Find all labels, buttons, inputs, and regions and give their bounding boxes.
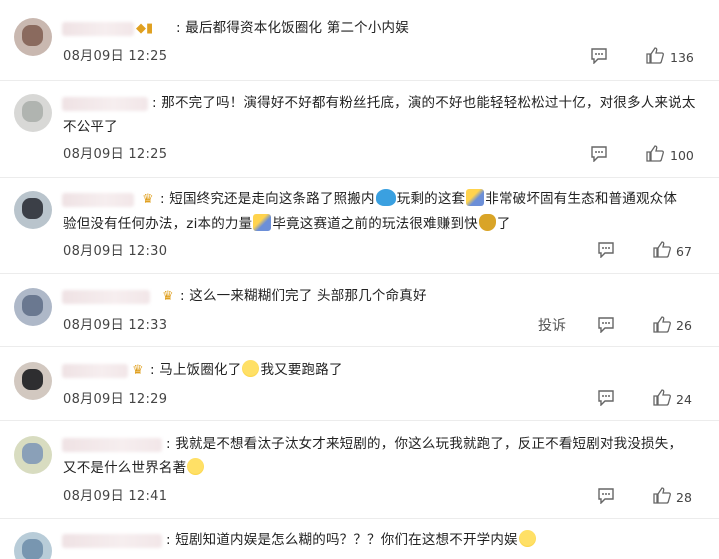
comment-text: : 最后都得资本化饭圈化 第二个小内娱 (176, 20, 409, 36)
comment-timestamp: 08月09日 12:33 (63, 318, 168, 333)
comment-icon[interactable] (597, 390, 615, 410)
comment-timestamp: 08月09日 12:30 (63, 244, 168, 259)
like-count: 24 (676, 392, 692, 407)
comment-text: : 短国终究还是走向这条路了照搬内 玩剩的这套 非常破坏固有生态和普通观众体 (160, 189, 678, 207)
comment-text: : 那不完了吗！演得好不好都有粉丝托底，演的不好也能轻轻松松过十亿，对很多人来说… (152, 95, 696, 111)
username-blurred[interactable] (62, 97, 148, 111)
comment-text-line2: 验但没有任何办法，zi本的力量 毕竟这赛道之前的玩法很难赚到快了 (63, 214, 511, 232)
comment-icon[interactable] (590, 146, 608, 166)
comment-text-line2: 不公平了 (63, 119, 118, 135)
like-count: 28 (676, 490, 692, 505)
magic-wand-emoji-icon (466, 189, 485, 206)
avatar[interactable] (14, 18, 52, 56)
avatar[interactable] (14, 288, 52, 326)
smirk-emoji-icon (242, 360, 260, 377)
username-blurred[interactable] (62, 290, 150, 304)
username-blurred[interactable] (62, 438, 162, 452)
money-bag-emoji-icon (478, 214, 496, 231)
thumbs-up-icon[interactable] (653, 389, 671, 410)
comment-icon[interactable] (597, 317, 615, 337)
comment-icon[interactable] (597, 242, 615, 262)
crown-badge-icon: ♛ (142, 192, 154, 207)
username-blurred[interactable] (62, 364, 128, 378)
divider (0, 346, 719, 347)
laughing-emoji-icon (187, 458, 205, 475)
avatar[interactable] (14, 191, 52, 229)
comment-icon[interactable] (590, 48, 608, 68)
vip-badge-icon: ◆▮ (136, 21, 154, 36)
crown-badge-icon: ♛ (162, 289, 174, 304)
like-count: 67 (676, 244, 692, 259)
divider (0, 518, 719, 519)
username-blurred[interactable] (62, 193, 134, 207)
avatar[interactable] (14, 436, 52, 474)
divider (0, 80, 719, 81)
comment-text: : 我就是不想看汰子汰女才来短剧的，你这么玩我就跑了，反正不看短剧对我没损失， (166, 436, 683, 452)
comment-timestamp: 08月09日 12:41 (63, 489, 168, 504)
comment-text: : 这么一来糊糊们完了 头部那几个命真好 (180, 288, 427, 304)
thumbs-up-icon[interactable] (646, 145, 664, 166)
thumbs-up-icon[interactable] (653, 487, 671, 508)
avatar[interactable] (14, 362, 52, 400)
like-count: 26 (676, 318, 692, 333)
avatar[interactable] (14, 532, 52, 559)
comment-timestamp: 08月09日 12:25 (63, 49, 168, 64)
comment-text-line2: 又不是什么世界名著 (63, 456, 205, 480)
avatar[interactable] (14, 94, 52, 132)
magic-wand-emoji-icon (253, 214, 272, 231)
username-blurred[interactable] (62, 534, 162, 548)
crown-badge-icon: ♛ (132, 363, 144, 378)
like-count: 136 (670, 50, 694, 65)
report-link[interactable]: 投诉 (538, 315, 566, 335)
thumbs-up-icon[interactable] (653, 316, 671, 337)
divider (0, 177, 719, 178)
divider (0, 273, 719, 274)
comment-icon[interactable] (597, 488, 615, 508)
comment-text: : 马上饭圈化了 我又要跑路了 (150, 360, 343, 378)
comment-timestamp: 08月09日 12:25 (63, 147, 168, 162)
thumbs-up-icon[interactable] (646, 47, 664, 68)
laughing-emoji-icon (518, 530, 536, 547)
comment-timestamp: 08月09日 12:29 (63, 392, 168, 407)
comment-text: : 短剧知道内娱是怎么糊的吗？？？你们在这想不开学内娱 (166, 528, 537, 552)
wave-emoji-icon (375, 189, 396, 206)
like-count: 100 (670, 148, 694, 163)
thumbs-up-icon[interactable] (653, 241, 671, 262)
divider (0, 420, 719, 421)
username-blurred[interactable] (62, 22, 134, 36)
